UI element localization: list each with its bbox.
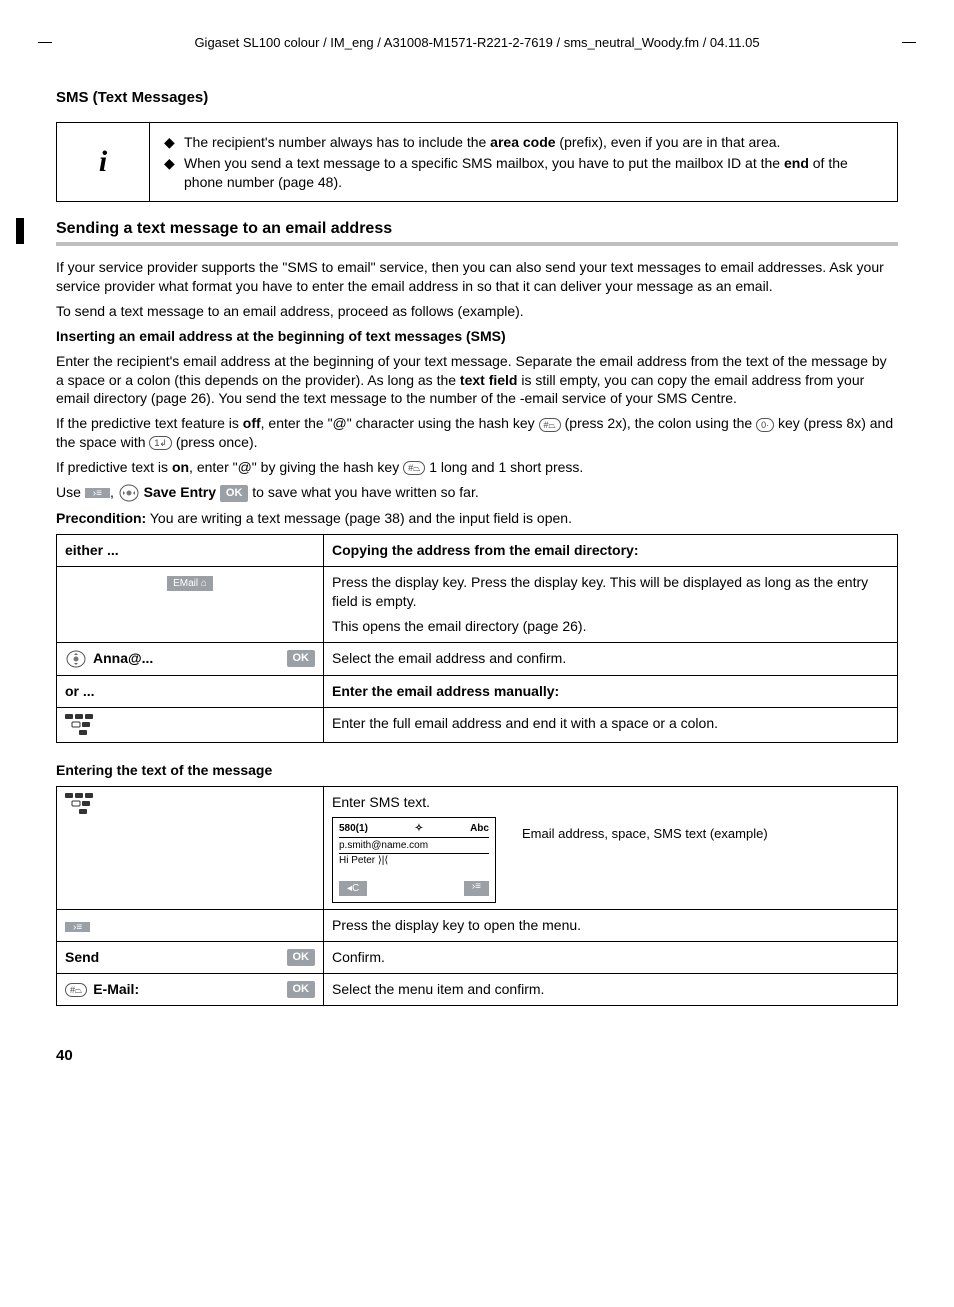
- menu-softkey-icon: ›≡: [464, 881, 489, 896]
- ok-badge: OK: [287, 981, 316, 998]
- diamond-icon: ◆: [164, 133, 184, 152]
- table-row: Anna@... OK Select the email address and…: [57, 642, 898, 675]
- cell: Press the display key to open the menu.: [324, 910, 898, 942]
- paragraph: To send a text message to an email addre…: [56, 302, 898, 321]
- menu-softkey-icon: ›≡: [65, 922, 90, 932]
- procedure-table-2: Enter SMS text. 580(1) ✧ Abc p.smith@nam…: [56, 786, 898, 1007]
- cell: Enter the full email address and end it …: [324, 707, 898, 742]
- paragraph: If your service provider supports the "S…: [56, 258, 898, 296]
- subsection-title: Sending a text message to an email addre…: [56, 218, 898, 240]
- heading-underline: [56, 242, 898, 246]
- cell: Press the display key. Press the display…: [324, 567, 898, 643]
- keypad-icon: [65, 793, 95, 815]
- header-text: Gigaset SL100 colour / IM_eng / A31008-M…: [194, 35, 759, 50]
- crop-mark: [38, 42, 52, 43]
- diamond-icon: ◆: [164, 154, 184, 192]
- mini-heading: Entering the text of the message: [56, 761, 898, 780]
- paragraph: Precondition: You are writing a text mes…: [56, 509, 898, 528]
- nav-key-icon: [65, 649, 87, 669]
- cell: Enter SMS text. 580(1) ✧ Abc p.smith@nam…: [324, 786, 898, 910]
- paragraph: Use ›≡, Save Entry OK to save what you h…: [56, 483, 898, 503]
- table-row: Send OK Confirm.: [57, 942, 898, 974]
- phone-screen-mock: 580(1) ✧ Abc p.smith@name.com Hi Peter ⟩…: [332, 817, 496, 903]
- cell: either ...: [57, 535, 324, 567]
- hash-key-icon: #⏢: [403, 461, 425, 475]
- ok-badge: OK: [287, 949, 316, 966]
- cell: or ...: [57, 675, 324, 707]
- table-row: EMail ⌂ Press the display key. Press the…: [57, 567, 898, 643]
- table-row: either ... Copying the address from the …: [57, 535, 898, 567]
- zero-key-icon: 0·: [756, 418, 774, 432]
- cell: #⏢ E-Mail: OK: [57, 974, 324, 1006]
- example-note: Email address, space, SMS text (example): [522, 825, 768, 903]
- t9-icon: ✧: [415, 822, 423, 835]
- info-bullet: ◆ The recipient's number always has to i…: [164, 133, 883, 152]
- info-box: i ◆ The recipient's number always has to…: [56, 122, 898, 203]
- ok-badge: OK: [220, 485, 249, 502]
- paragraph: If predictive text is on, enter "@" by g…: [56, 458, 898, 477]
- info-content: ◆ The recipient's number always has to i…: [150, 123, 897, 202]
- hash-key-icon: #⏢: [65, 983, 87, 997]
- page-number: 40: [56, 1046, 898, 1066]
- table-row: Enter SMS text. 580(1) ✧ Abc p.smith@nam…: [57, 786, 898, 910]
- info-icon: i: [57, 123, 150, 202]
- keypad-icon: [65, 714, 95, 736]
- cell: Select the menu item and confirm.: [324, 974, 898, 1006]
- cell: [57, 786, 324, 910]
- cell: Enter the email address manually:: [324, 675, 898, 707]
- nav-key-icon: [118, 483, 140, 503]
- ok-badge: OK: [287, 650, 316, 667]
- cell: Copying the address from the email direc…: [324, 535, 898, 567]
- table-row: #⏢ E-Mail: OK Select the menu item and c…: [57, 974, 898, 1006]
- table-row: ›≡ Press the display key to open the men…: [57, 910, 898, 942]
- cell: [57, 707, 324, 742]
- clear-softkey-icon: ◂C: [339, 881, 367, 896]
- cell: EMail ⌂: [57, 567, 324, 643]
- procedure-table-1: either ... Copying the address from the …: [56, 534, 898, 742]
- cursor-icon: ⟩|⟨: [378, 855, 388, 866]
- table-row: or ... Enter the email address manually:: [57, 675, 898, 707]
- info-bullet: ◆ When you send a text message to a spec…: [164, 154, 883, 192]
- doc-header-path: Gigaset SL100 colour / IM_eng / A31008-M…: [56, 34, 898, 70]
- one-key-icon: 1↲: [149, 436, 172, 450]
- table-row: Enter the full email address and end it …: [57, 707, 898, 742]
- cell: Anna@... OK: [57, 642, 324, 675]
- paragraph: Enter the recipient's email address at t…: [56, 352, 898, 409]
- cell: Confirm.: [324, 942, 898, 974]
- hash-key-icon: #⏢: [539, 418, 561, 432]
- mini-heading: Inserting an email address at the beginn…: [56, 327, 898, 346]
- cell: Select the email address and confirm.: [324, 642, 898, 675]
- cell: ›≡: [57, 910, 324, 942]
- email-softkey-icon: EMail ⌂: [167, 576, 213, 592]
- crop-mark: [902, 42, 916, 43]
- bullet-text: The recipient's number always has to inc…: [184, 133, 883, 152]
- paragraph: If the predictive text feature is off, e…: [56, 414, 898, 452]
- section-title: SMS (Text Messages): [56, 88, 898, 108]
- menu-softkey-icon: ›≡: [85, 488, 110, 498]
- cell: Send OK: [57, 942, 324, 974]
- bullet-text: When you send a text message to a specif…: [184, 154, 883, 192]
- margin-tab: [16, 218, 24, 244]
